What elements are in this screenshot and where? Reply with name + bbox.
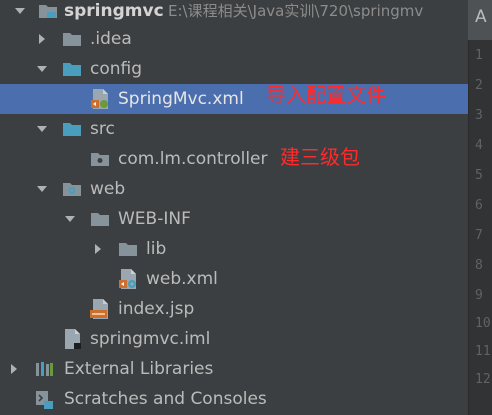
tree-row-springmvc-xml[interactable]: SpringMvc.xml (0, 84, 468, 114)
chevron-down-icon[interactable] (14, 5, 26, 17)
tree-label: WEB-INF (118, 209, 191, 229)
tree-label: Scratches and Consoles (64, 389, 267, 409)
tree-row-src[interactable]: src (0, 114, 468, 144)
line-number: 9 (475, 288, 483, 303)
line-number: 6 (475, 198, 483, 213)
folder-icon (91, 213, 109, 226)
tree-row-root[interactable]: springmvc E:\课程相关\Java实训\720\springmv (0, 0, 468, 26)
tree-row-web-inf[interactable]: WEB-INF (0, 204, 468, 234)
web-xml-file-icon (119, 269, 136, 289)
tree-label: External Libraries (64, 359, 214, 379)
editor-tab[interactable]: A (468, 0, 492, 40)
tree-row-lib[interactable]: lib (0, 234, 468, 264)
line-number: 11 (475, 344, 491, 359)
folder-icon (119, 243, 137, 256)
line-number: 1 (475, 48, 483, 63)
tree-row-external-libraries[interactable]: External Libraries (0, 354, 468, 384)
scratches-icon (36, 391, 53, 409)
annotation-import-config: 导入配置文件 (266, 83, 386, 107)
tree-row-web-xml[interactable]: web.xml (0, 264, 468, 294)
module-folder-icon (39, 5, 57, 18)
folder-icon (63, 33, 81, 46)
source-folder-icon (63, 123, 81, 136)
line-number: 2 (475, 78, 483, 93)
tree-label: config (90, 59, 143, 79)
tree-label: web.xml (146, 269, 218, 289)
tree-label: lib (146, 239, 167, 259)
jsp-file-icon (90, 299, 108, 319)
line-number: 10 (475, 316, 491, 331)
chevron-right-icon[interactable] (92, 243, 104, 255)
iml-file-icon (65, 329, 81, 349)
tree-label: com.lm.controller (118, 149, 268, 169)
tree-label: web (90, 179, 126, 199)
spring-xml-file-icon (91, 89, 108, 109)
tree-label: SpringMvc.xml (118, 89, 244, 109)
tree-row-index-jsp[interactable]: index.jsp (0, 294, 468, 324)
chevron-right-icon[interactable] (8, 363, 20, 375)
tree-row-web[interactable]: web (0, 174, 468, 204)
line-number: 5 (475, 168, 483, 183)
tree-row-idea[interactable]: .idea (0, 24, 468, 54)
tree-row-package[interactable]: com.lm.controller (0, 144, 468, 174)
package-icon (91, 153, 109, 166)
source-folder-icon (63, 63, 81, 76)
root-path: E:\课程相关\Java实训\720\springmv (168, 2, 424, 20)
line-number: 3 (475, 108, 483, 123)
tree-label: index.jsp (118, 299, 195, 319)
tree-row-scratches[interactable]: Scratches and Consoles (0, 384, 468, 414)
line-number: 4 (475, 138, 483, 153)
project-tree: springmvc E:\课程相关\Java实训\720\springmv .i… (0, 0, 468, 415)
line-number: 8 (475, 258, 483, 273)
tree-label: springmvc.iml (90, 329, 211, 349)
chevron-down-icon[interactable] (64, 213, 76, 225)
line-number: 7 (475, 228, 483, 243)
editor-gutter: 1 2 3 4 5 6 7 8 9 10 11 12 (468, 0, 492, 415)
tree-label: .idea (90, 29, 132, 49)
web-folder-icon (63, 183, 81, 196)
tree-row-config[interactable]: config (0, 54, 468, 84)
chevron-down-icon[interactable] (36, 123, 48, 135)
tree-row-iml[interactable]: springmvc.iml (0, 324, 468, 354)
chevron-down-icon[interactable] (36, 183, 48, 195)
libraries-icon (36, 362, 53, 376)
tree-label: src (90, 119, 115, 139)
root-name: springmvc (64, 1, 164, 21)
chevron-down-icon[interactable] (36, 63, 48, 75)
line-number: 12 (475, 372, 491, 387)
annotation-create-packages: 建三级包 (280, 145, 360, 169)
chevron-right-icon[interactable] (36, 33, 48, 45)
